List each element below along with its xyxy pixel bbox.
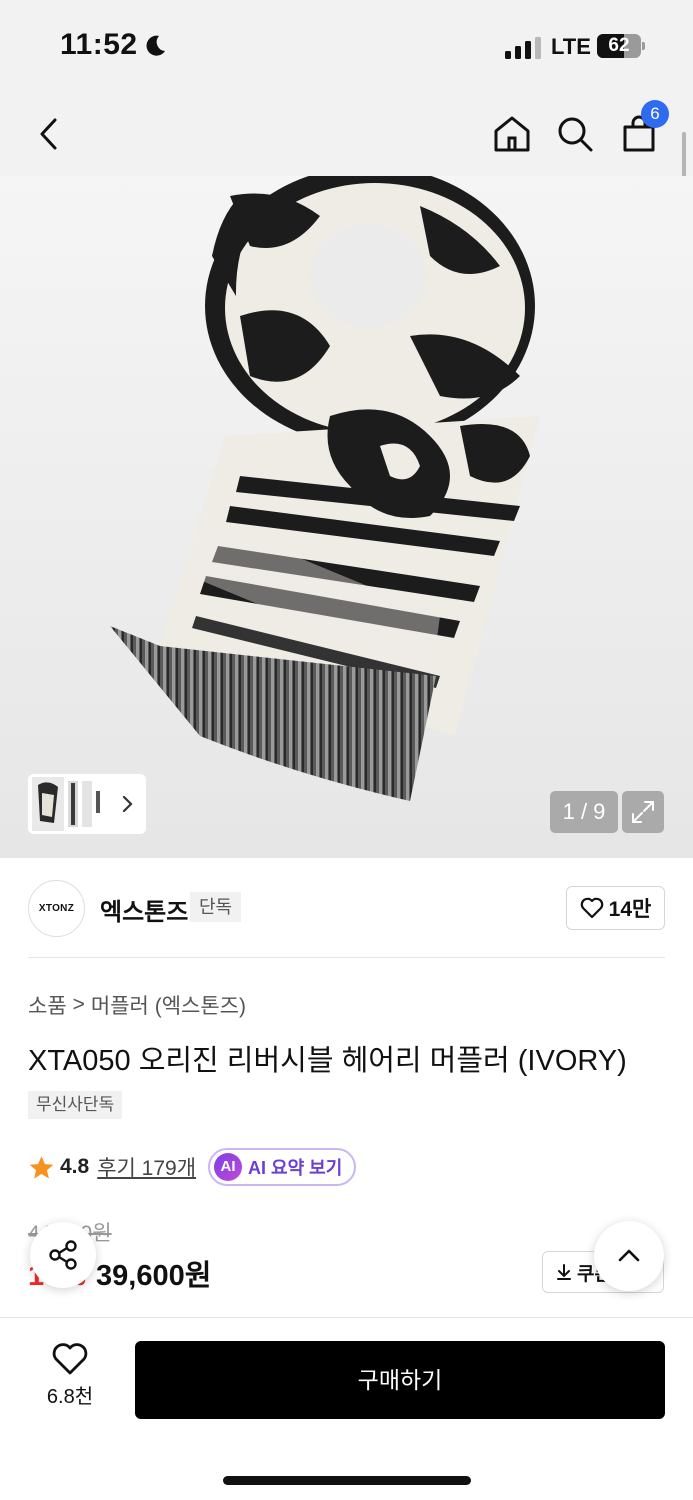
brand-logo[interactable]: XTONZ (28, 880, 85, 937)
sale-price: 39,600원 (96, 1260, 212, 1292)
thumbnail-images (32, 777, 100, 831)
product-image[interactable]: 1 / 9 (0, 176, 693, 858)
star-icon (29, 1155, 54, 1179)
search-button[interactable] (551, 110, 599, 158)
share-icon (49, 1240, 77, 1270)
brand-row: XTONZ 엑스톤즈 단독 14만 (28, 878, 665, 938)
moon-icon (146, 35, 165, 56)
home-indicator (223, 1476, 471, 1485)
battery-level: 62 (608, 35, 630, 56)
brand-name[interactable]: 엑스톤즈 (100, 892, 188, 927)
exclusive-tag: 무신사단독 (28, 1091, 123, 1119)
search-icon (558, 117, 593, 152)
ai-summary-label: AI 요약 보기 (248, 1158, 343, 1178)
breadcrumb-subcategory[interactable]: 머플러 (엑스톤즈) (91, 990, 246, 1020)
brand-like-count: 14만 (608, 898, 652, 921)
cart-button[interactable]: 6 (615, 100, 669, 158)
status-bar: 11:52 LTE 62 (0, 0, 693, 92)
breadcrumb: 소품 > 머플러 (엑스톤즈) (28, 990, 246, 1020)
bottom-action-bar: 6.8천 구매하기 (0, 1317, 693, 1500)
ai-summary-button[interactable]: AI AI 요약 보기 (208, 1148, 357, 1186)
rating-value: 4.8 (60, 1155, 90, 1178)
scroll-top-button[interactable] (594, 1221, 664, 1291)
chevron-left-icon (40, 118, 57, 150)
expand-icon (632, 801, 654, 823)
review-link[interactable]: 후기 179개 (97, 1152, 196, 1182)
divider (28, 957, 665, 958)
expand-button[interactable] (622, 791, 664, 833)
thumbnail-strip[interactable] (28, 774, 146, 834)
battery-icon: 62 (597, 34, 645, 58)
share-button[interactable] (30, 1222, 96, 1288)
rating-row: 4.8 후기 179개 AI AI 요약 보기 (28, 1147, 357, 1187)
brand-like-button[interactable]: 14만 (566, 886, 665, 930)
cart-count-badge: 6 (641, 100, 669, 128)
nav-bar: 6 (0, 92, 693, 176)
status-time: 11:52 (60, 28, 138, 61)
ai-icon: AI (214, 1153, 243, 1181)
heart-icon (52, 1343, 88, 1375)
breadcrumb-separator: > (72, 993, 85, 1016)
back-button[interactable] (26, 110, 74, 158)
heart-icon (580, 897, 603, 919)
wishlist-count: 6.8천 (46, 1386, 94, 1408)
buy-button[interactable]: 구매하기 (135, 1341, 665, 1419)
breadcrumb-category[interactable]: 소품 (28, 990, 67, 1020)
download-icon (557, 1264, 571, 1280)
image-counter: 1 / 9 (550, 791, 618, 833)
wishlist-button[interactable]: 6.8천 (30, 1342, 110, 1422)
chevron-up-icon (618, 1249, 640, 1262)
brand-logo-text: XTONZ (38, 903, 75, 914)
signal-icon (505, 37, 541, 59)
brand-exclusive-tag: 단독 (190, 892, 242, 922)
network-label: LTE (551, 34, 591, 59)
home-button[interactable] (488, 110, 536, 158)
product-title: XTA050 오리진 리버시블 헤어리 머플러 (IVORY) (28, 1045, 627, 1077)
chevron-right-icon (122, 795, 133, 813)
scarf-image (110, 176, 540, 801)
home-icon (494, 116, 530, 152)
